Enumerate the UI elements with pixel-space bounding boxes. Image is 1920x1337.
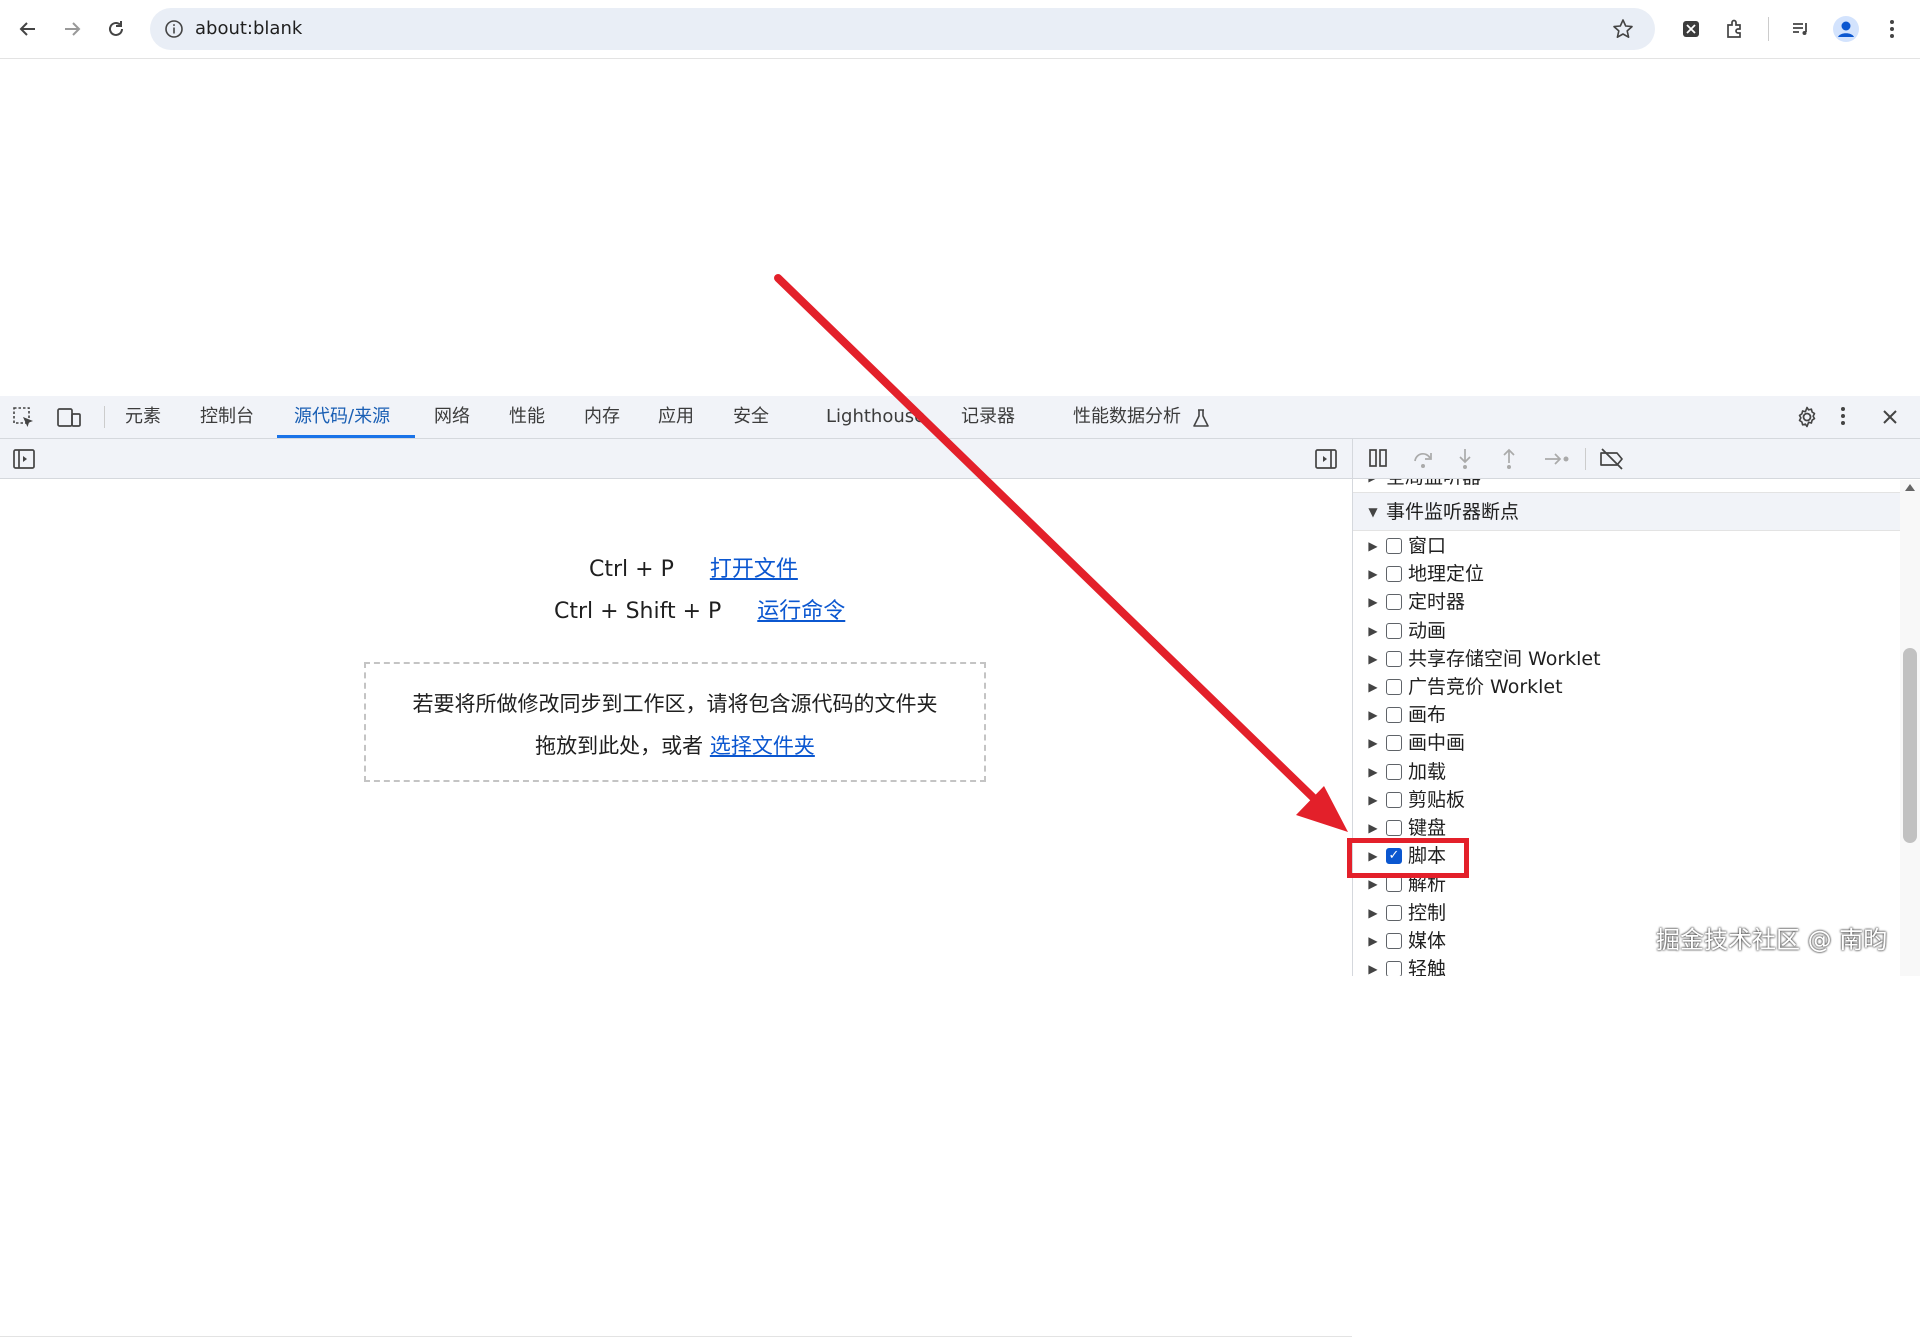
- watermark: 掘金技术社区 @ 南昀: [1656, 926, 1888, 954]
- annotation-arrow: [774, 274, 1348, 832]
- annotation-highlight-box: [1347, 838, 1469, 878]
